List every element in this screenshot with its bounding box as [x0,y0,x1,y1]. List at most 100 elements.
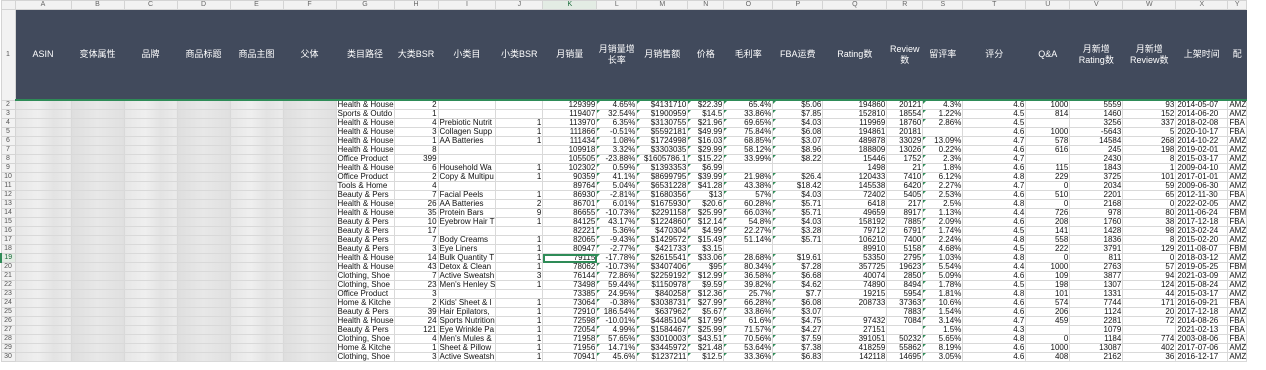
redacted-cell[interactable] [176,352,231,362]
table-cell[interactable]: 4.4 [962,208,1027,218]
redacted-cell[interactable] [229,190,284,200]
table-cell[interactable]: 4.8 [962,334,1027,344]
redacted-cell[interactable] [176,253,231,263]
redacted-cell[interactable] [176,298,231,308]
table-cell[interactable]: 79115 [542,253,598,263]
redacted-cell[interactable] [282,208,337,218]
redacted-cell[interactable] [14,352,72,362]
table-cell[interactable]: 1 [495,190,544,200]
table-cell[interactable]: 1 [495,118,544,128]
table-cell[interactable]: Beauty & Pers [335,190,395,200]
row-number[interactable]: 20 [0,262,16,272]
redacted-cell[interactable] [14,190,72,200]
table-cell[interactable]: 80.34% [723,262,774,272]
table-cell[interactable]: Detox & Clean [437,262,497,272]
table-cell[interactable]: $4.75 [772,316,824,326]
redacted-cell[interactable] [229,208,284,218]
redacted-cell[interactable] [176,127,231,137]
table-cell[interactable]: 8917 [886,208,924,218]
table-cell[interactable]: $1605786.1 [636,154,689,164]
header-cell[interactable]: 大类BSR [393,9,439,101]
table-cell[interactable]: 89910 [822,244,888,254]
header-cell[interactable]: 上架时间 [1175,9,1229,101]
table-cell[interactable]: 5158 [886,244,924,254]
table-cell[interactable]: $5592181 [636,127,689,137]
redacted-cell[interactable] [282,118,337,128]
redacted-cell[interactable] [229,226,284,236]
table-cell[interactable]: 22.27% [723,226,774,236]
table-cell[interactable] [437,109,497,119]
table-cell[interactable] [437,289,497,299]
table-cell[interactable]: $4.62 [772,280,824,290]
table-cell[interactable]: 71.57% [723,325,774,335]
redacted-cell[interactable] [70,127,125,137]
table-cell[interactable]: 1 [495,307,544,317]
table-cell[interactable]: 357725 [822,262,888,272]
table-cell[interactable]: 6420 [886,181,924,191]
table-cell[interactable]: Body Creams [437,235,497,245]
table-cell[interactable]: AMZ [1227,181,1248,191]
table-cell[interactable]: 10.6% [922,298,964,308]
table-cell[interactable]: FBM [1227,208,1248,218]
header-cell[interactable]: 月销量 [542,9,598,101]
table-cell[interactable]: $4.03 [772,118,824,128]
table-cell[interactable]: 24.95% [596,289,638,299]
table-cell[interactable]: 5405 [886,190,924,200]
redacted-cell[interactable] [70,289,125,299]
table-cell[interactable]: 32.54% [596,109,638,119]
table-cell[interactable]: 5559 [1069,99,1124,110]
column-header-p[interactable]: P [772,0,824,10]
redacted-cell[interactable] [282,154,337,164]
table-cell[interactable]: Health & House [335,163,395,173]
table-cell[interactable]: 57% [723,190,774,200]
table-cell[interactable]: $421733 [636,244,689,254]
table-cell[interactable]: 616 [1025,145,1071,155]
table-cell[interactable]: 171 [1122,298,1177,308]
redacted-cell[interactable] [14,334,72,344]
redacted-cell[interactable] [282,217,337,227]
table-cell[interactable]: 1 [495,280,544,290]
redacted-cell[interactable] [176,109,231,119]
redacted-cell[interactable] [70,118,125,128]
table-cell[interactable]: 86930 [542,190,598,200]
table-cell[interactable]: 72910 [542,307,598,317]
table-cell[interactable]: 35 [393,208,439,218]
table-cell[interactable]: $6.08 [772,127,824,137]
row-number[interactable]: 24 [0,298,16,308]
table-cell[interactable]: 36.58% [723,271,774,281]
table-cell[interactable]: 33.86% [723,307,774,317]
table-cell[interactable]: $7.85 [772,109,824,119]
redacted-cell[interactable] [123,118,178,128]
table-cell[interactable] [437,181,497,191]
select-all-corner[interactable] [0,0,16,10]
table-cell[interactable]: 17 [393,226,439,236]
table-cell[interactable]: 20 [1122,307,1177,317]
table-cell[interactable]: 7885 [886,217,924,227]
table-cell[interactable]: 814 [1025,109,1071,119]
redacted-cell[interactable] [14,325,72,335]
table-cell[interactable]: 71956 [542,343,598,353]
redacted-cell[interactable] [14,289,72,299]
table-cell[interactable]: $1237211 [636,352,689,362]
table-cell[interactable]: 71958 [542,334,598,344]
redacted-cell[interactable] [176,325,231,335]
table-cell[interactable]: 158192 [822,217,888,227]
table-cell[interactable]: 1 [495,325,544,335]
table-cell[interactable]: Office Product [335,289,395,299]
row-number[interactable]: 8 [0,154,16,164]
table-cell[interactable]: Protein Bars [437,208,497,218]
table-cell[interactable]: 106210 [822,235,888,245]
table-cell[interactable]: 1752 [886,154,924,164]
table-cell[interactable]: $6.99 [687,163,725,173]
header-cell[interactable]: 类目路径 [335,9,395,101]
table-cell[interactable]: 1000 [1025,262,1071,272]
redacted-cell[interactable] [70,343,125,353]
redacted-cell[interactable] [14,298,72,308]
table-cell[interactable]: 68.85% [723,136,774,146]
table-cell[interactable]: 69.65% [723,118,774,128]
redacted-cell[interactable] [123,217,178,227]
table-cell[interactable]: 141 [1025,226,1071,236]
table-cell[interactable]: Health & House [335,199,395,209]
table-cell[interactable]: 33.36% [723,352,774,362]
redacted-cell[interactable] [229,280,284,290]
